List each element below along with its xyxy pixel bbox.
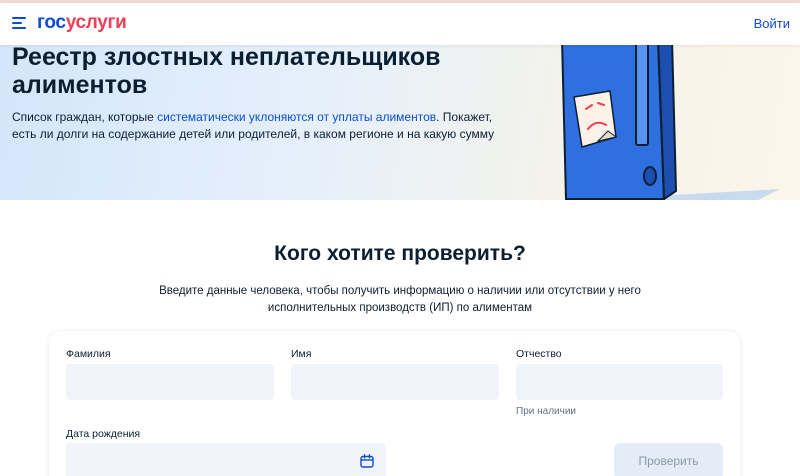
- surname-input[interactable]: [66, 364, 274, 400]
- hero-desc-text-start: Список граждан, которые: [12, 110, 158, 124]
- surname-label: Фамилия: [66, 348, 111, 360]
- logo-part-uslugi: услуги: [65, 12, 127, 33]
- name-label: Имя: [291, 348, 312, 360]
- birthdate-label: Дата рождения: [66, 428, 141, 440]
- login-link[interactable]: Войти: [754, 16, 790, 31]
- search-form-card: Фамилия Имя Отчество При наличии Дата ро…: [49, 331, 740, 476]
- hero-description: Список граждан, которые систематически у…: [12, 109, 502, 143]
- hero-desc-link[interactable]: систематически уклоняются от уплаты алим…: [157, 110, 436, 124]
- site-header: госуслуги Войти: [0, 3, 800, 45]
- menu-icon[interactable]: [12, 16, 26, 30]
- calendar-icon[interactable]: [360, 454, 374, 468]
- gosuslugi-logo[interactable]: госуслуги: [37, 12, 127, 34]
- folder-sad-note-illustration: [561, 45, 780, 200]
- section-subtitle: Введите данные человека, чтобы получить …: [159, 285, 641, 314]
- check-button[interactable]: Проверить: [614, 443, 723, 476]
- patronymic-label: Отчество: [516, 348, 562, 360]
- patronymic-input[interactable]: [516, 364, 723, 400]
- hero-banner: Реестр злостных неплательщиков алиментов…: [0, 45, 800, 200]
- patronymic-hint: При наличии: [516, 406, 576, 417]
- page-title: Реестр злостных неплательщиков алиментов: [12, 45, 441, 99]
- logo-part-gos: гос: [37, 12, 66, 33]
- name-input[interactable]: [291, 364, 499, 400]
- section-title: Кого хотите проверить?: [274, 242, 526, 265]
- birthdate-input[interactable]: [66, 443, 386, 476]
